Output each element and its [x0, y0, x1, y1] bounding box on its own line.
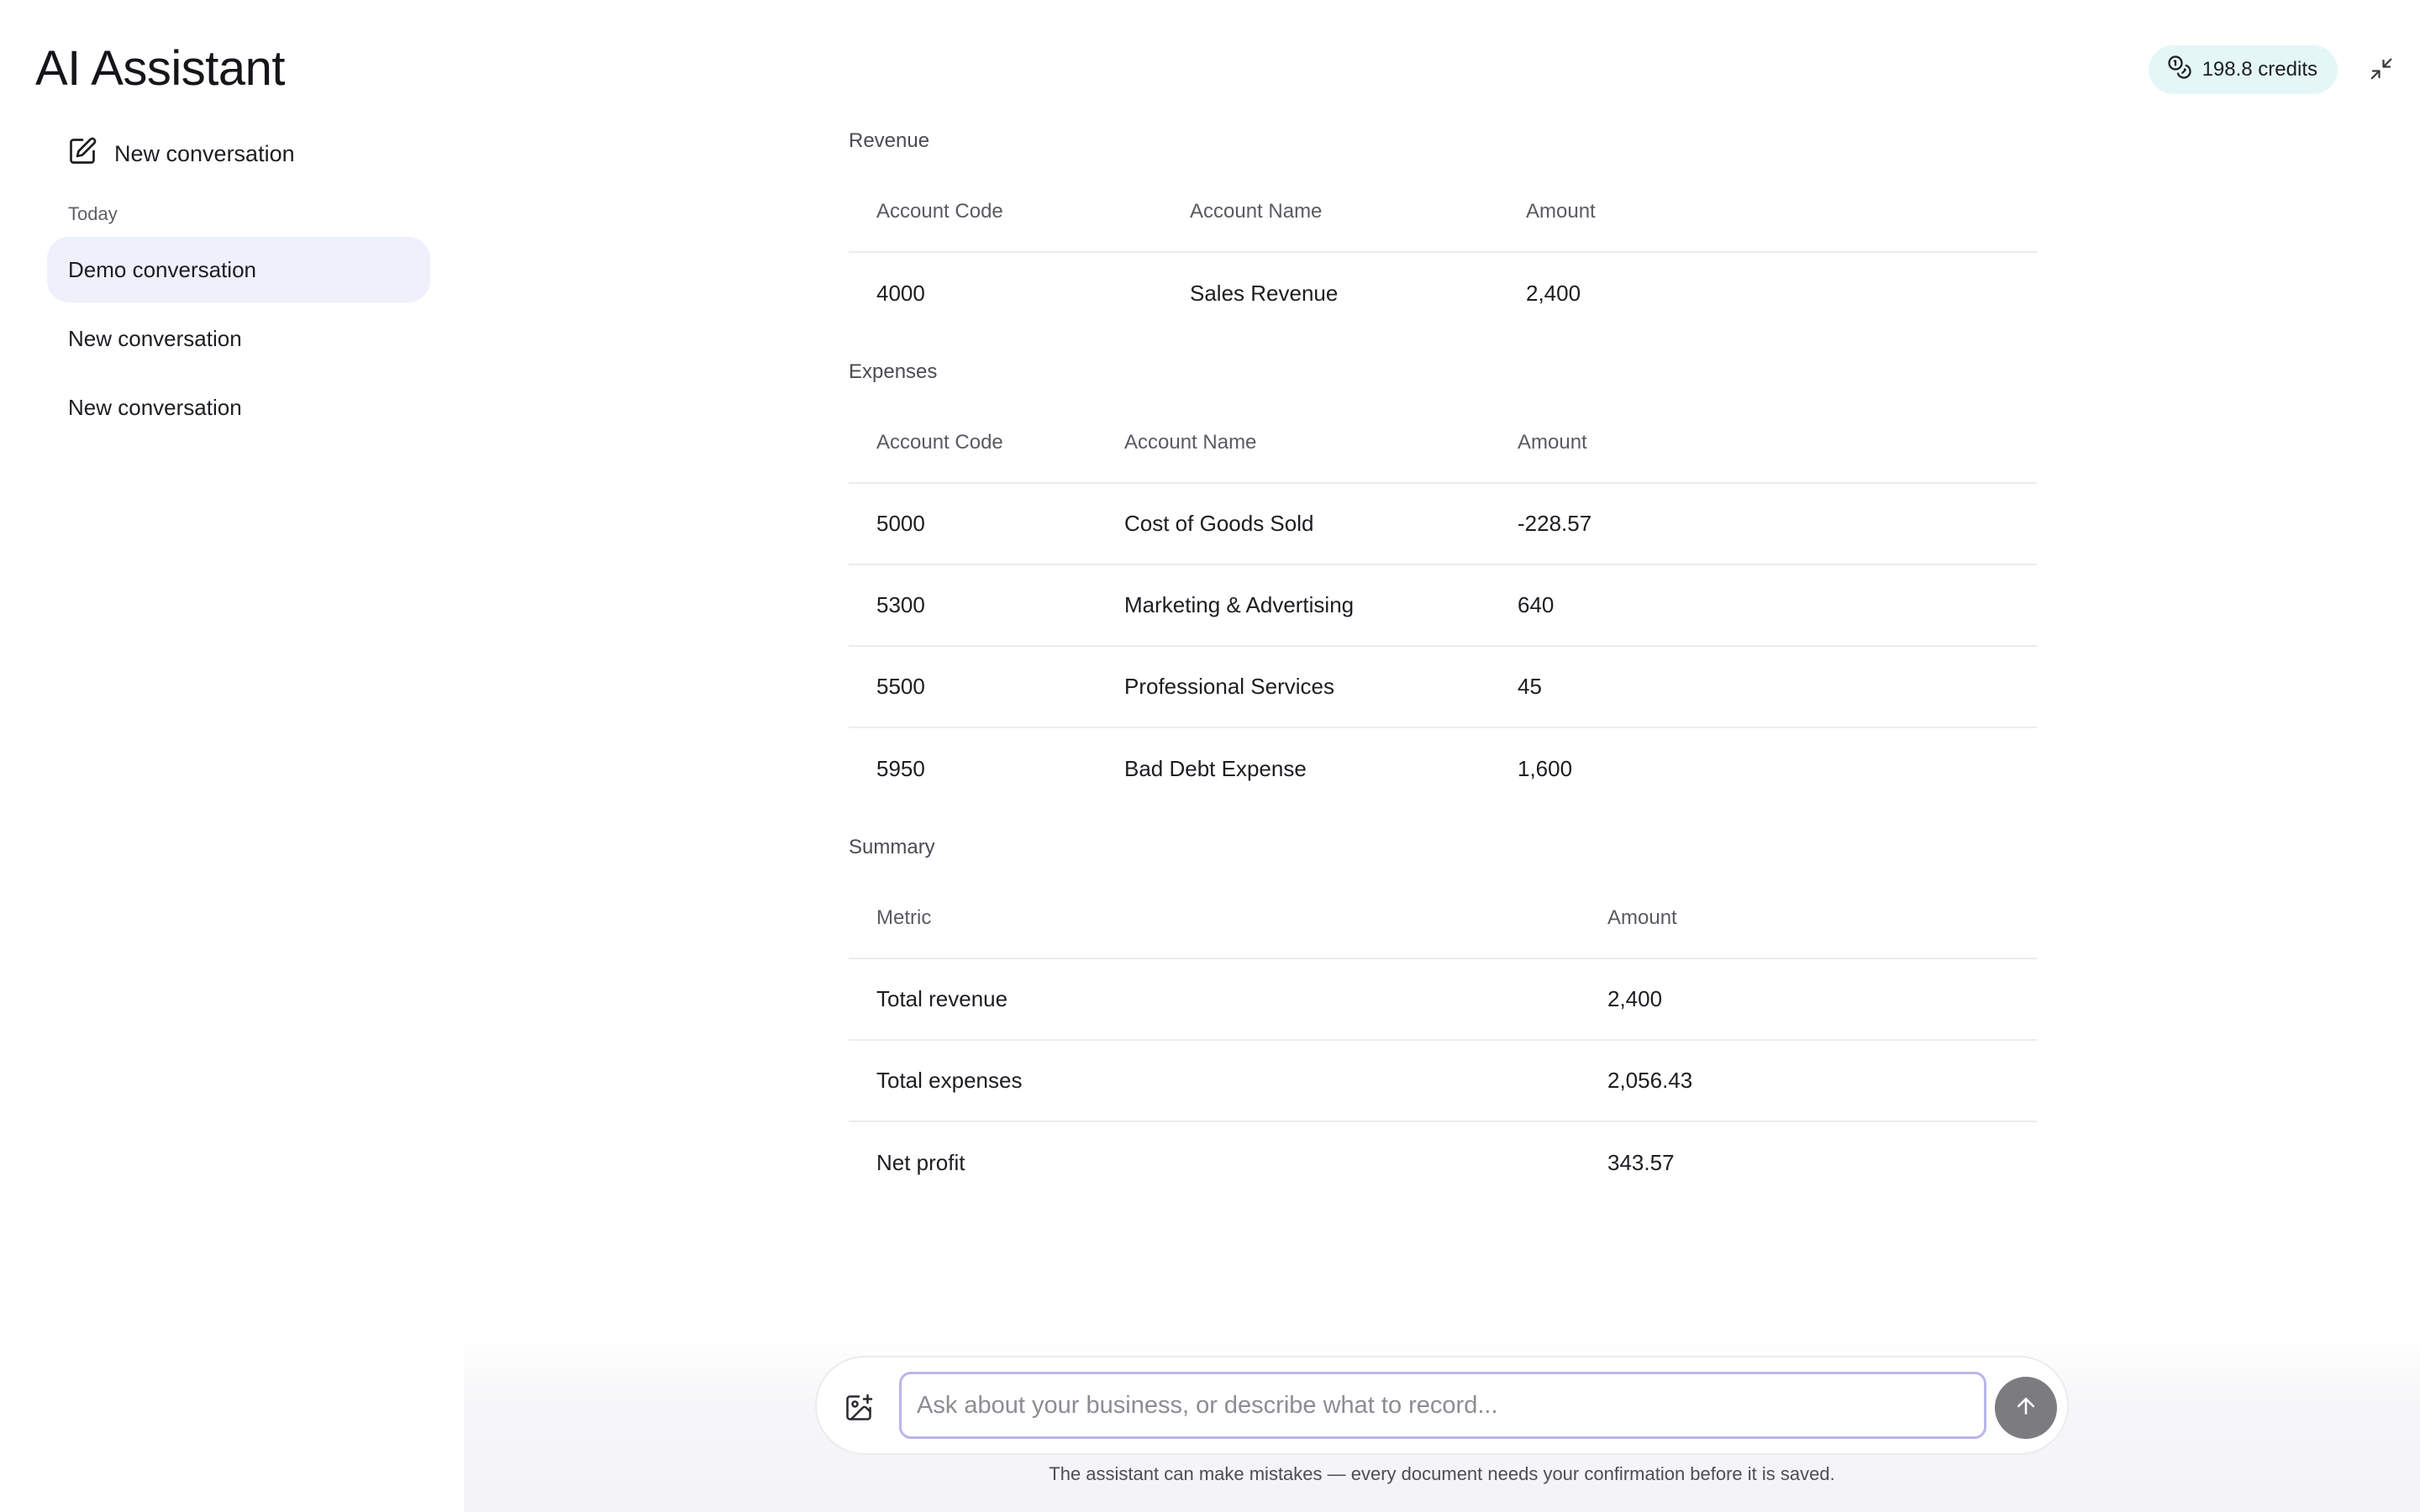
table-row: Total revenue 2,400 [849, 958, 2037, 1041]
table-cell: 5300 [849, 564, 1097, 647]
conversation-item-label: Demo conversation [68, 256, 256, 282]
column-header: Amount [1490, 402, 2037, 484]
table-row: 4000 Sales Revenue 2,400 [849, 252, 2037, 333]
table-row: 5950 Bad Debt Expense 1,600 [849, 727, 2037, 809]
table-cell: 5000 [849, 483, 1097, 565]
app-title: AI Assistant [35, 41, 286, 96]
new-conversation-button[interactable]: New conversation [67, 136, 295, 172]
table-row: Total expenses 2,056.43 [849, 1040, 2037, 1122]
table-header-row: Account Code Account Name Amount [849, 402, 2037, 484]
table-row: Net profit 343.57 [849, 1121, 2037, 1203]
send-button[interactable] [1995, 1377, 2057, 1439]
image-plus-icon [844, 1394, 874, 1426]
table-cell: Total revenue [849, 958, 1580, 1041]
column-header: Account Name [1162, 171, 1498, 253]
collapse-icon [2369, 56, 2394, 86]
arrow-up-icon [2013, 1394, 2039, 1423]
table-cell: -228.57 [1490, 483, 2037, 565]
table-header-row: Metric Amount [849, 878, 2037, 959]
collapse-button[interactable] [2365, 54, 2398, 87]
conversation-item-label: New conversation [68, 325, 242, 351]
credits-badge[interactable]: 198.8 credits [2148, 45, 2338, 94]
disclaimer-text: The assistant can make mistakes — every … [1049, 1463, 1835, 1484]
table-cell: 2,400 [1580, 958, 2037, 1041]
column-header: Account Name [1097, 402, 1490, 484]
table-cell: 4000 [876, 280, 925, 306]
attach-image-button[interactable] [844, 1393, 874, 1423]
table-row: 5000 Cost of Goods Sold -228.57 [849, 483, 2037, 565]
message-input[interactable] [899, 1372, 1986, 1439]
new-conversation-label: New conversation [114, 141, 295, 166]
table-row: 5500 Professional Services 45 [849, 646, 2037, 728]
summary-title: Summary [849, 836, 935, 858]
conversation-item[interactable]: New conversation [47, 375, 430, 440]
table-header-row: Account Code Account Name Amount [849, 171, 2037, 253]
expenses-title: Expenses [849, 360, 938, 383]
table-cell: Sales Revenue [1190, 280, 1339, 306]
header-actions: 198.8 credits [2084, 45, 2420, 96]
table-cell: 640 [1490, 564, 2037, 647]
table-cell: 2,056.43 [1580, 1040, 2037, 1122]
table-cell: 1,600 [1518, 755, 1573, 781]
column-header: Amount [1580, 878, 2037, 959]
conversation-item-demo[interactable]: Demo conversation [47, 237, 430, 302]
expenses-table: Account Code Account Name Amount 5000 Co… [849, 402, 2037, 809]
table-cell: Total expenses [849, 1040, 1580, 1122]
table-cell: Bad Debt Expense [1124, 755, 1307, 781]
section-label-today: Today [68, 203, 118, 224]
column-header: Amount [1498, 171, 2037, 253]
table-cell: 45 [1490, 646, 2037, 728]
table-cell: Cost of Goods Sold [1097, 483, 1490, 565]
conversation-item[interactable]: New conversation [47, 306, 430, 371]
table-cell: Marketing & Advertising [1097, 564, 1490, 647]
column-header: Metric [849, 878, 1580, 959]
message-composer [815, 1356, 2069, 1455]
table-cell: 2,400 [1526, 280, 1581, 306]
table-cell: Professional Services [1097, 646, 1490, 728]
table-cell: 343.57 [1607, 1149, 1675, 1175]
column-header: Account Code [849, 402, 1097, 484]
table-cell: 5500 [849, 646, 1097, 728]
revenue-title: Revenue [849, 129, 930, 152]
report-content: Revenue Account Code Account Name Amount… [849, 126, 2037, 1203]
column-header: Account Code [849, 171, 1162, 253]
conversation-item-label: New conversation [68, 394, 242, 420]
table-cell: 5950 [876, 755, 925, 781]
credits-label: 198.8 credits [2202, 58, 2317, 81]
table-cell: Net profit [876, 1149, 965, 1175]
conversation-list: Demo conversation New conversation New c… [47, 237, 430, 444]
revenue-table: Account Code Account Name Amount 4000 Sa… [849, 171, 2037, 333]
coins-icon [2167, 55, 2192, 86]
edit-icon [67, 136, 97, 172]
summary-table: Metric Amount Total revenue 2,400 Total … [849, 878, 2037, 1203]
table-row: 5300 Marketing & Advertising 640 [849, 564, 2037, 647]
